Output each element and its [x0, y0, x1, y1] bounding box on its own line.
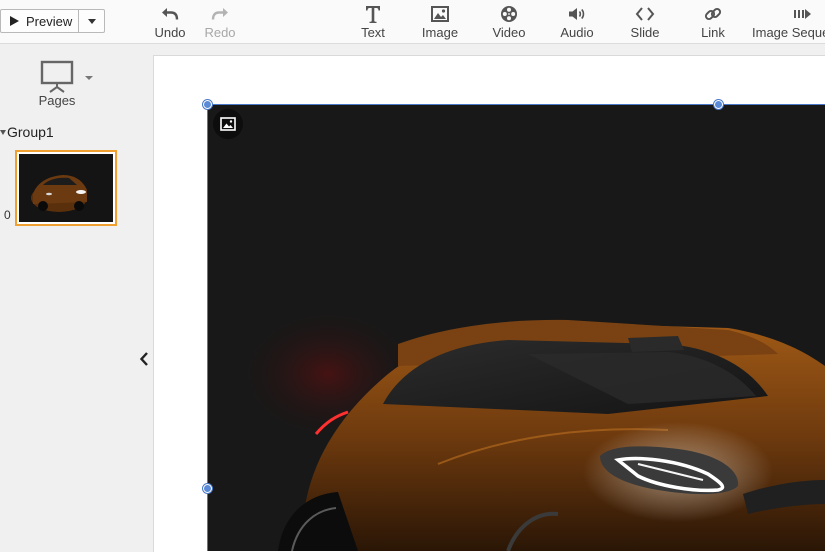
resize-handle-top-center[interactable] [714, 100, 723, 109]
video-button[interactable]: Video [490, 3, 528, 41]
chevron-down-icon [87, 18, 96, 24]
image-sequence-icon [794, 9, 811, 19]
undo-label: Undo [154, 25, 186, 40]
canvas-area [153, 44, 825, 552]
presentation-screen-icon [40, 60, 74, 93]
group-title[interactable]: Group1 [0, 124, 54, 140]
link-button[interactable]: Link [698, 3, 728, 41]
pages-button[interactable]: Pages [37, 60, 99, 108]
undo-icon [162, 8, 179, 20]
audio-label: Audio [560, 25, 594, 40]
preview-label: Preview [26, 13, 73, 29]
slide-button[interactable]: Slide [628, 3, 662, 41]
car-scene [208, 104, 825, 551]
text-label: Text [361, 25, 385, 40]
code-brackets-icon [635, 7, 655, 21]
image-icon [220, 117, 236, 131]
resize-handle-top-left[interactable] [203, 100, 212, 109]
image-button[interactable]: Image [420, 3, 460, 41]
play-icon [10, 16, 19, 26]
group-title-label: Group1 [7, 124, 54, 140]
page-number: 0 [4, 208, 11, 222]
speaker-icon [569, 8, 585, 20]
chevron-left-icon [139, 352, 148, 366]
chevron-down-icon [85, 76, 93, 80]
redo-button[interactable]: Redo [202, 3, 238, 41]
image-sequence-button[interactable]: Image Seque [752, 3, 825, 41]
toolbar: Preview Undo Redo Text Image Video Audio… [0, 0, 825, 44]
collapse-panel-button[interactable] [139, 351, 149, 367]
page-thumbnail[interactable] [15, 150, 117, 226]
preview-button[interactable]: Preview [0, 9, 80, 33]
link-icon [704, 7, 722, 21]
film-reel-icon [501, 6, 517, 22]
expand-triangle-icon [0, 130, 6, 135]
selection-border-top [208, 104, 825, 105]
preview-group: Preview [0, 9, 106, 33]
page-thumbnail-image [19, 154, 113, 222]
audio-button[interactable]: Audio [557, 3, 597, 41]
link-label: Link [701, 25, 725, 40]
pages-panel: Pages Group1 0 [0, 44, 153, 551]
pages-label: Pages [38, 93, 76, 108]
redo-label: Redo [204, 25, 236, 40]
car-image[interactable] [208, 104, 825, 551]
resize-handle-middle-left[interactable] [203, 484, 212, 493]
preview-dropdown-button[interactable] [79, 9, 106, 33]
image-label: Image [421, 25, 459, 40]
text-button[interactable]: Text [356, 3, 390, 41]
image-icon [431, 6, 449, 22]
undo-button[interactable]: Undo [152, 3, 188, 41]
image-badge [213, 109, 243, 139]
image-sequence-label: Image Seque [752, 25, 825, 40]
slide-label: Slide [630, 25, 660, 40]
text-icon [366, 6, 380, 23]
redo-icon [211, 8, 228, 20]
video-label: Video [492, 25, 526, 40]
